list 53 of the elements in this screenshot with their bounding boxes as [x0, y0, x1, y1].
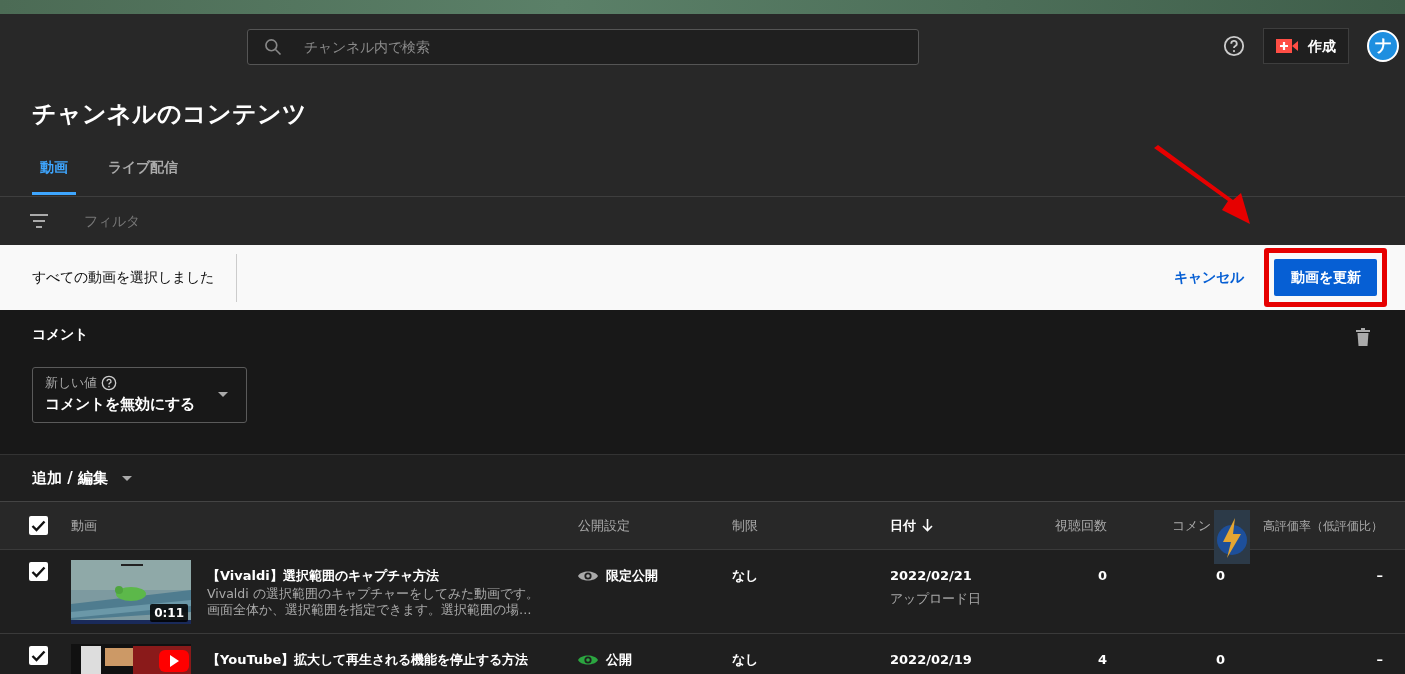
column-header[interactable]: コメン [1172, 515, 1211, 536]
help-icon[interactable] [1223, 35, 1245, 57]
comment-count: 0 [1214, 567, 1225, 585]
video-description: 画面全体か、選択範囲を指定できます。選択範囲の場… [207, 601, 533, 618]
field-value: コメントを無効にする [45, 393, 195, 415]
column-header[interactable]: 日付 [890, 515, 916, 536]
avatar[interactable]: ナ [1367, 30, 1399, 62]
trash-icon[interactable] [1355, 328, 1371, 346]
caret-icon [218, 392, 228, 397]
tab[interactable]: ライブ配信 [100, 156, 186, 195]
column-header[interactable]: 公開設定 [578, 515, 630, 536]
column-header[interactable]: 視聴回数 [1055, 515, 1107, 536]
video-duration: 0:11 [150, 604, 188, 622]
sort-arrow-icon[interactable] [922, 519, 933, 532]
field-label: 新しい値 [45, 374, 97, 392]
camera-icon [1276, 39, 1298, 53]
date-text: 2022/02/21 [890, 567, 973, 585]
video-title[interactable]: 【YouTube】拡大して再生される機能を停止する方法 [207, 650, 529, 670]
rating-text: – [1375, 567, 1383, 585]
selection-message: すべての動画を選択しました [32, 268, 214, 287]
update-button[interactable]: 動画を更新 [1274, 259, 1377, 296]
rating-text: – [1375, 651, 1383, 669]
filter-icon[interactable] [30, 214, 48, 228]
tab[interactable]: 動画 [32, 156, 76, 195]
cancel-button[interactable]: キャンセル [1168, 266, 1250, 289]
search-icon [263, 37, 283, 57]
section-title: コメント [32, 325, 88, 344]
column-header[interactable]: 動画 [71, 515, 97, 536]
visibility-label[interactable]: 限定公開 [606, 566, 658, 586]
video-title[interactable]: 【Vivaldi】選択範囲のキャプチャ方法 [207, 566, 539, 586]
view-count: 0 [1096, 567, 1107, 585]
checkbox[interactable] [29, 516, 48, 535]
visibility-label[interactable]: 公開 [606, 650, 632, 670]
restriction-text: なし [732, 651, 759, 669]
restriction-text: なし [732, 567, 759, 585]
help-icon[interactable] [101, 374, 117, 391]
comment-count: 0 [1214, 651, 1225, 669]
create-button[interactable]: 作成 [1263, 28, 1349, 64]
dropdown-field[interactable]: 新しい値 コメントを無効にする [32, 367, 247, 423]
search-field[interactable]: チャンネル内で検索 [247, 29, 919, 65]
view-count: 4 [1096, 651, 1107, 669]
page-title: チャンネルのコンテンツ [32, 100, 308, 129]
date-note: アップロード日 [890, 589, 982, 608]
column-header[interactable]: 制限 [732, 515, 758, 536]
checkbox[interactable] [29, 562, 48, 581]
checkbox[interactable] [29, 646, 48, 665]
add-edit-menu[interactable]: 追加 / 編集 [32, 466, 108, 490]
column-header[interactable]: 高評価率（低評価比） [1263, 516, 1383, 535]
video-description: Vivaldi の選択範囲のキャプチャーをしてみた動画です。 [207, 585, 539, 602]
date-text: 2022/02/19 [890, 651, 973, 669]
filter-field[interactable]: フィルタ [82, 209, 260, 233]
caret-icon[interactable] [121, 475, 132, 481]
lightning-icon [1214, 510, 1250, 564]
